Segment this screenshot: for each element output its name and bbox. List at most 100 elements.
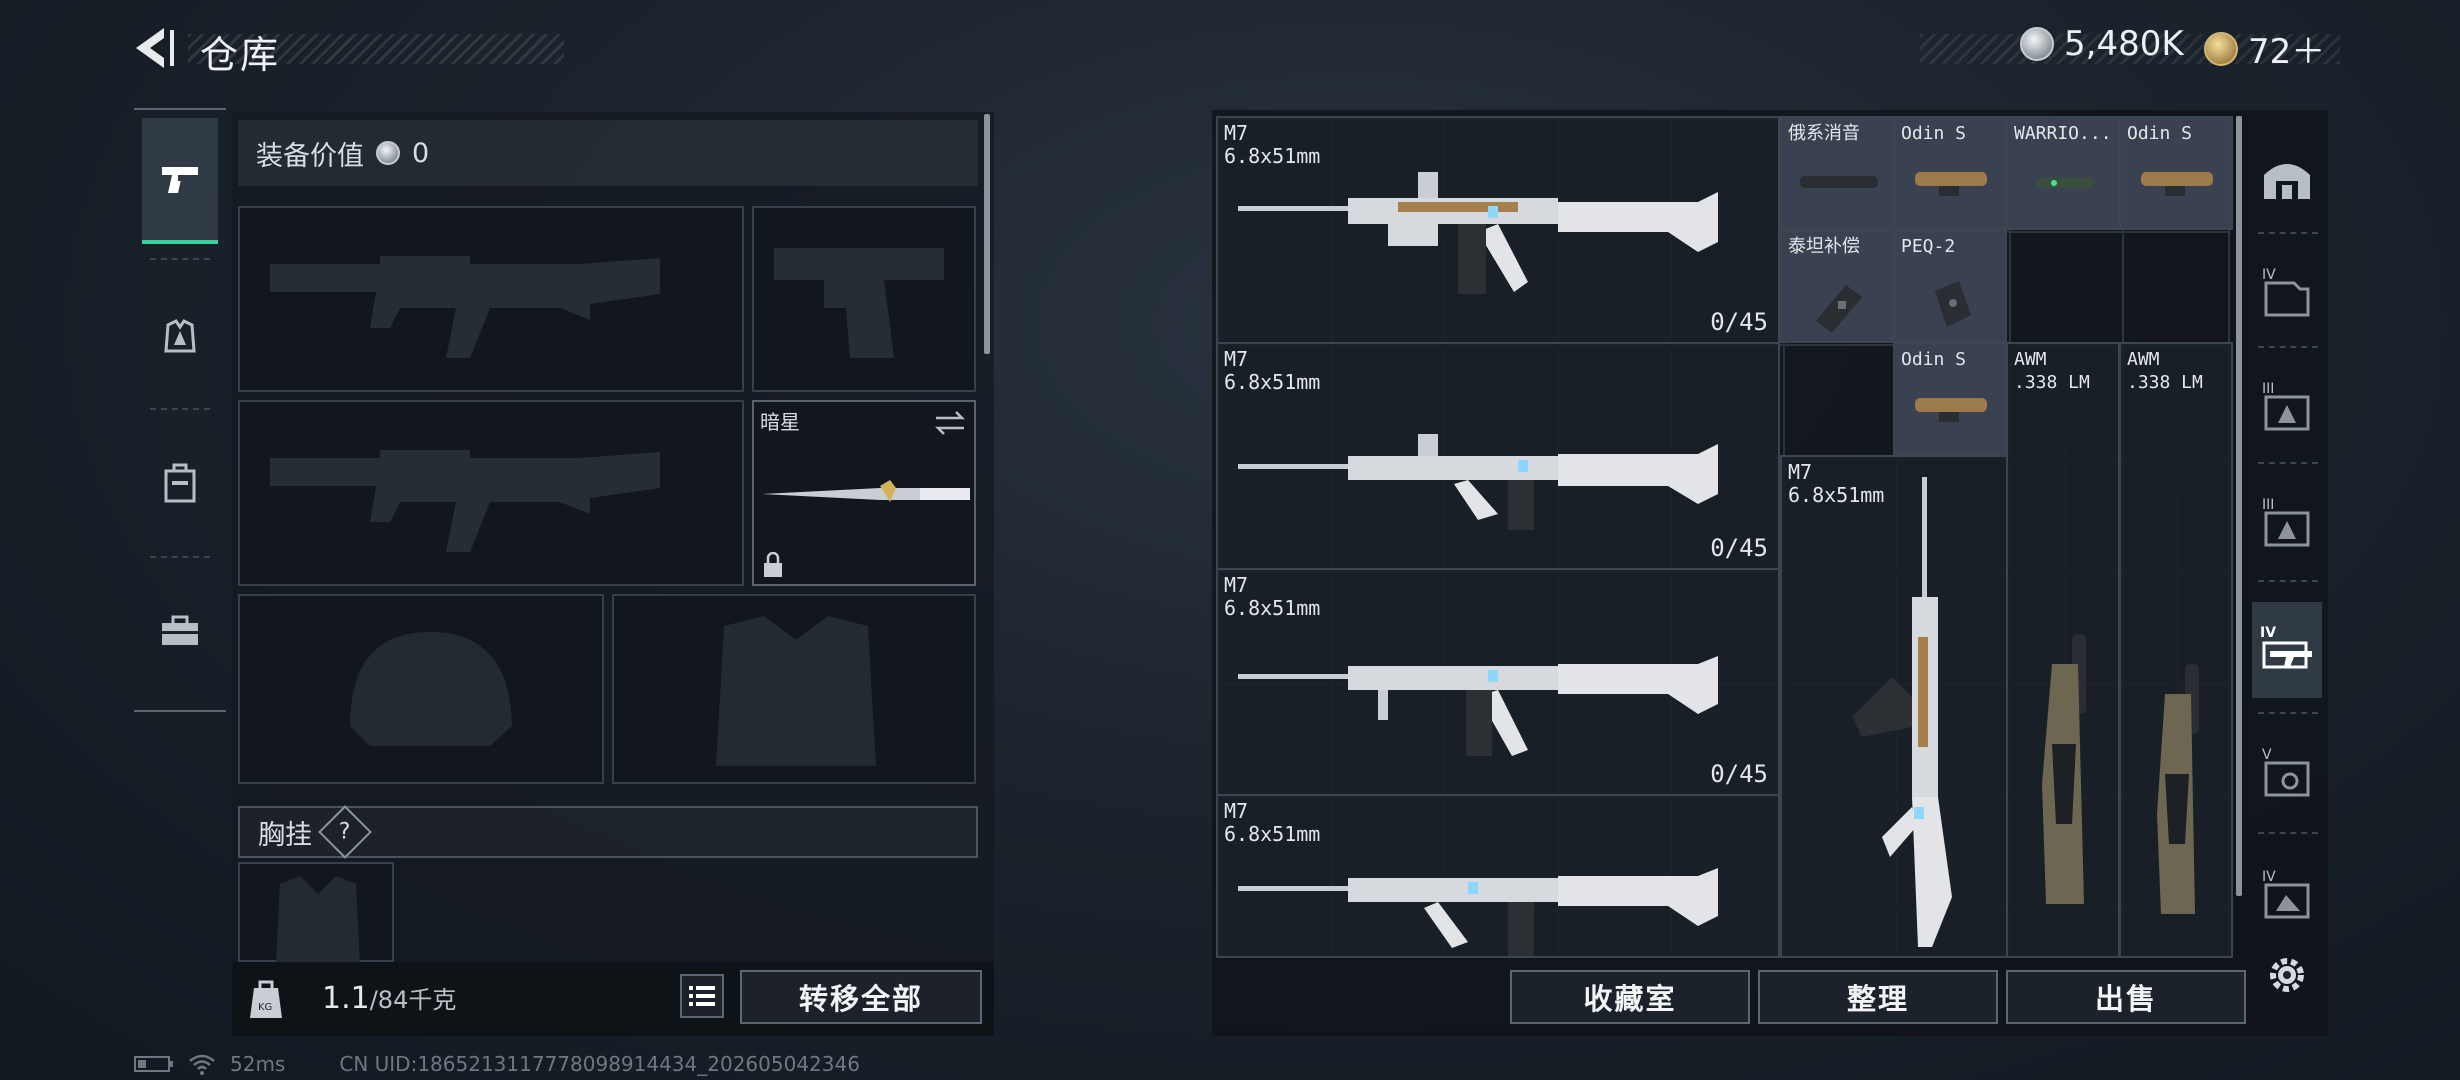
rifle-caliber: 6.8x51mm [1224,822,1321,846]
storage-item-attachment[interactable]: Odin S [1893,116,2007,230]
weapon-storage-icon: IV [2260,625,2312,669]
storage-tab-2[interactable]: III [2252,358,2322,454]
silver-coin-icon [376,141,400,165]
storage-item-attachment[interactable]: Odin S [2119,116,2233,230]
m7-rifle-vertical-icon [1852,477,1952,947]
rifle-name: M7 [1224,121,1249,145]
tab-container[interactable] [142,568,218,694]
primary-weapon-slot[interactable] [238,206,744,392]
svg-text:III: III [2262,497,2274,513]
weight-readout: 1.1/84千克 [322,980,456,1016]
melee-name: 暗星 [760,410,800,434]
melee-slot[interactable]: 暗星 [752,400,976,586]
storage-tab-weapons[interactable]: IV [2252,602,2322,698]
chest-rig-header: 胸挂 ? [238,805,978,859]
awm-rifle-icon [2157,494,2199,914]
sell-button[interactable]: 出售 [2006,970,2246,1024]
storage-item-rifle[interactable]: M7 6.8x51mm 0/45 [1216,568,1780,796]
ping: 52ms [230,1052,286,1076]
sniper-name: AWM [2014,349,2047,370]
swap-arrows-icon[interactable] [934,410,966,436]
storage-item-sniper[interactable]: AWM .338 LM [2119,342,2233,958]
help-icon[interactable]: ? [318,805,372,859]
tab-divider [2258,712,2318,714]
svg-text:III: III [2262,381,2274,397]
compensator-icon [1816,285,1862,333]
tab-armor[interactable] [142,274,218,400]
chest-rig-label: 胸挂 [258,819,312,851]
svg-text:IV: IV [2262,267,2276,283]
storage-tab-5[interactable]: V [2252,724,2322,820]
tab-divider [2258,346,2318,348]
storage-item-sniper[interactable]: AWM .338 LM [2006,342,2120,958]
back-arrow-icon[interactable] [128,22,180,74]
secondary-weapon-slot[interactable] [238,400,744,586]
rifle-name: M7 [1224,799,1249,823]
scope-icon [2141,172,2213,196]
storage-scrollbar[interactable] [2236,116,2242,896]
storage-item-attachment[interactable]: 俄系消音 [1780,116,1894,230]
storage-item-attachment[interactable]: Odin S [1893,342,2007,456]
item-name: M7 6.8x51mm [1224,800,1320,846]
item-name: M7 6.8x51mm [1224,574,1320,620]
suppressor-icon [1800,176,1878,188]
silver-amount: 5,480K [2064,24,2184,64]
tab-divider [2258,832,2318,834]
sniper-name: AWM [2127,349,2160,370]
storage-item-rifle[interactable]: M7 6.8x51mm [1780,455,2008,958]
tab-backpack[interactable] [142,420,218,546]
collection-room-button[interactable]: 收藏室 [1510,970,1750,1024]
equipment-value-label: 装备价值 [256,140,364,172]
helmet-slot[interactable] [238,594,604,784]
svg-text:IV: IV [2260,625,2276,641]
storage-item-rifle[interactable]: M7 6.8x51mm 0/45 [1216,342,1780,570]
chest-rig-silhouette-icon [276,876,360,964]
item-name: AWM .338 LM [2014,348,2090,394]
scope-icon [1915,172,1987,196]
rifle-caliber: 6.8x51mm [1224,596,1321,620]
svg-text:IV: IV [2262,869,2276,885]
item-name: 俄系消音 [1788,123,1860,144]
warehouse-icon [2264,164,2310,199]
loadout-scrollbar[interactable] [984,114,990,354]
rifle-silhouette-icon [270,450,660,552]
battery-icon [134,1056,173,1072]
chest-rig-slot[interactable] [238,862,394,964]
weight-icon: KG [246,970,286,1028]
gold-currency[interactable]: 72＋ [2204,24,2325,73]
svg-text:KG: KG [258,1002,272,1013]
backpack-icon [164,463,196,503]
page-title: 仓库 [200,33,281,77]
item-name: Odin S [1901,123,1967,144]
tab-divider [2258,462,2318,464]
silver-coin-icon [2020,27,2054,61]
storage-item-attachment[interactable]: WARRIO... [2006,116,2120,230]
storage-tab-1[interactable]: IV [2252,244,2322,340]
storage-item-attachment[interactable]: 泰坦补偿 [1780,229,1894,343]
transfer-all-button[interactable]: 转移全部 [740,970,982,1024]
sidearm-slot[interactable] [752,206,976,392]
rifle-name: M7 [1788,460,1813,484]
armor-rig-icon [164,319,196,353]
sort-button[interactable]: 整理 [1758,970,1998,1024]
tab-divider [150,556,210,558]
storage-item-attachment[interactable]: PEQ-2 [1893,229,2007,343]
tab-weapons[interactable] [142,118,218,244]
storage-item-rifle[interactable]: M7 6.8x51mm 0/45 [1216,116,1780,344]
list-view-button[interactable] [680,974,724,1018]
item-name: PEQ-2 [1901,236,1956,257]
body-armor-slot[interactable] [612,594,976,784]
ammo-count: 0/45 [1710,308,1768,336]
settings-gear-icon[interactable] [2264,952,2310,998]
ammo-count: 0/45 [1710,760,1768,788]
awm-rifle-icon [2042,444,2086,904]
storage-tab-6[interactable]: IV [2252,846,2322,942]
help-mark: ? [339,819,351,845]
storage-item-rifle[interactable]: M7 6.8x51mm [1216,794,1780,958]
storage-tab-3[interactable]: III [2252,474,2322,570]
storage-tab-all[interactable] [2252,130,2322,226]
item-name: M7 6.8x51mm [1224,348,1320,394]
wifi-icon [189,1054,215,1075]
gold-coin-icon [2204,31,2238,66]
status-bar: 52ms CN UID:1865213117778098914434_20260… [134,1052,860,1076]
